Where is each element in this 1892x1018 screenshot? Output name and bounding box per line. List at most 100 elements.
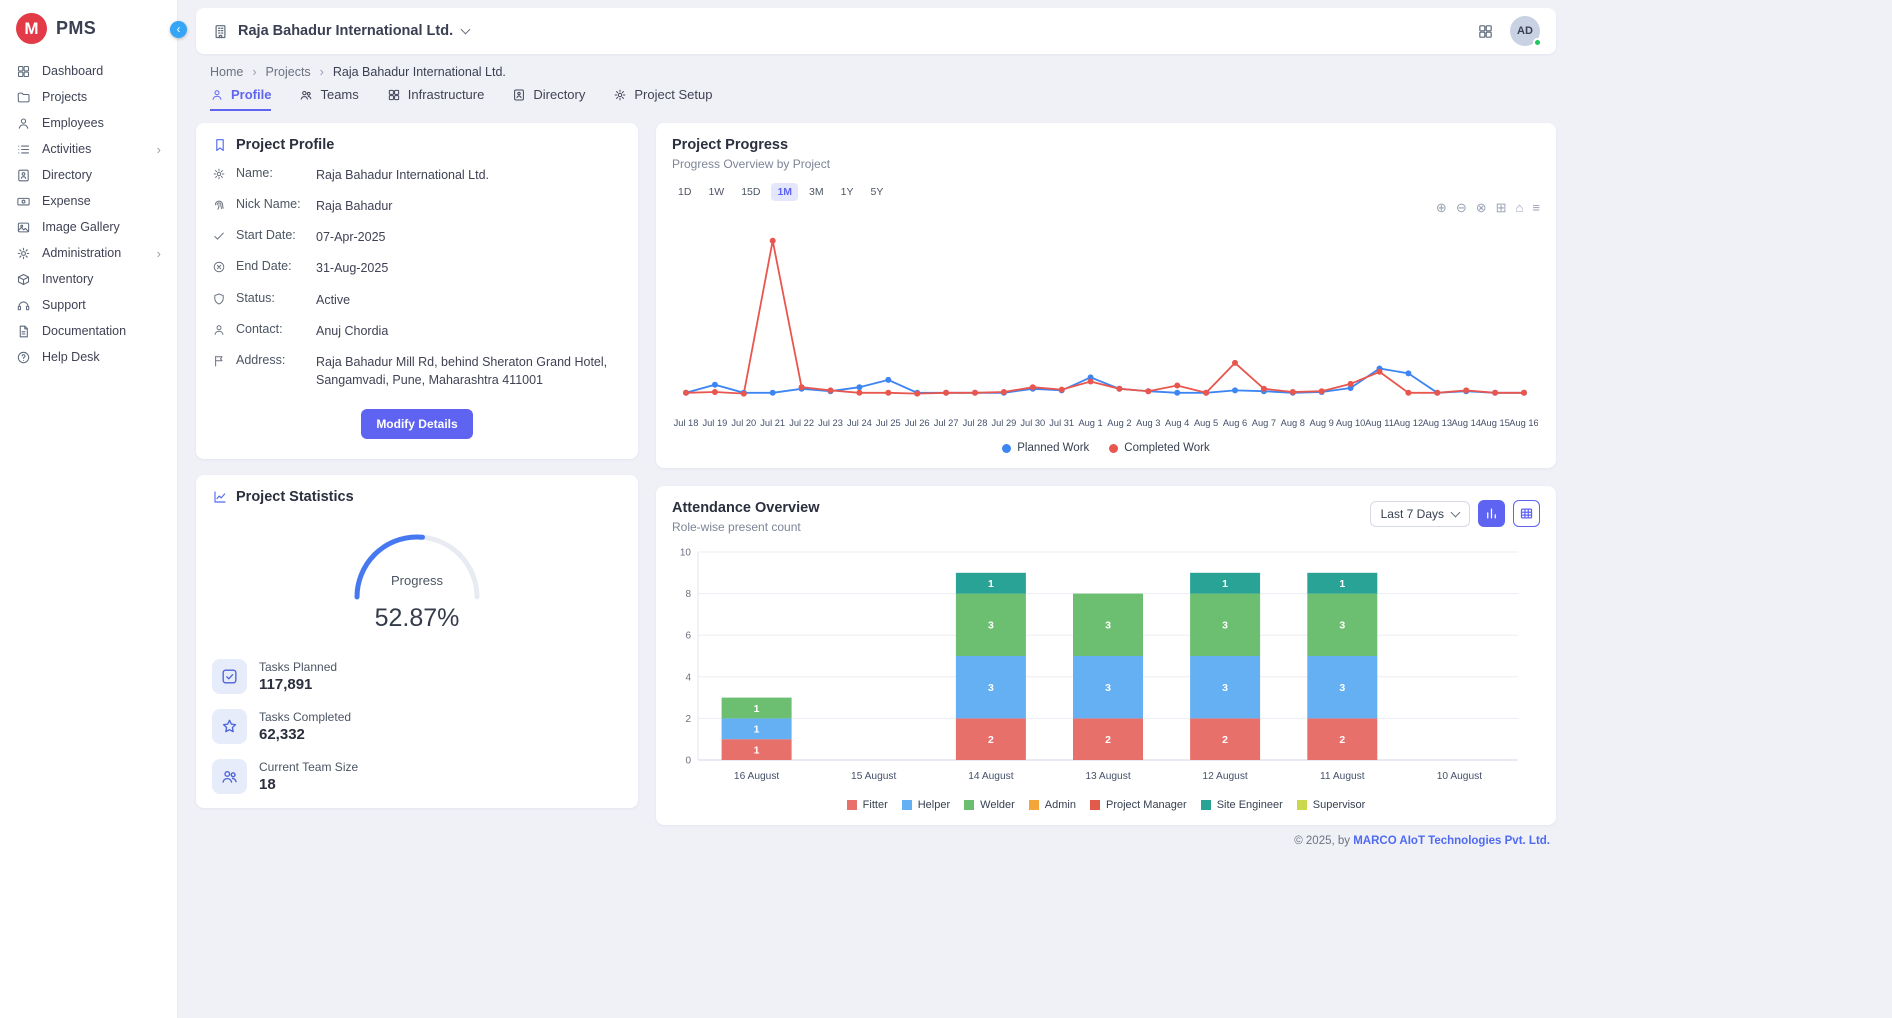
sidebar-item-administration[interactable]: Administration› (0, 240, 177, 266)
tab-teams[interactable]: Teams (299, 87, 358, 111)
sidebar-item-label: Help Desk (42, 350, 100, 364)
app-logo: M PMS (0, 0, 177, 54)
chevron-down-icon (461, 25, 471, 35)
bar-chart-icon (1484, 506, 1499, 521)
legend-label: Planned Work (1017, 442, 1089, 454)
zoom-out-icon[interactable]: ⊖ (1456, 201, 1467, 217)
breadcrumb-item[interactable]: Projects (266, 65, 311, 79)
legend-swatch (1002, 444, 1011, 453)
sidebar-item-documentation[interactable]: Documentation (0, 318, 177, 344)
legend-item[interactable]: Fitter (847, 799, 888, 811)
legend-item[interactable]: Helper (902, 799, 950, 811)
tab-label: Directory (533, 87, 585, 102)
menu-icon[interactable]: ≡ (1532, 201, 1540, 217)
svg-text:Aug 15: Aug 15 (1480, 418, 1509, 428)
svg-text:Jul 27: Jul 27 (934, 418, 959, 428)
project-progress-card: Project Progress Progress Overview by Pr… (656, 123, 1556, 468)
attendance-bar-chart[interactable]: 024681011116 August15 August233114 Augus… (672, 544, 1540, 793)
reset-axes-icon[interactable]: ⌂ (1516, 201, 1524, 217)
sidebar-item-support[interactable]: Support (0, 292, 177, 318)
legend-item[interactable]: Planned Work (1002, 442, 1089, 454)
svg-text:Aug 12: Aug 12 (1394, 418, 1423, 428)
headset-icon (16, 298, 31, 313)
table-icon (1519, 506, 1534, 521)
sidebar-collapse-button[interactable]: ‹ (170, 21, 187, 38)
svg-text:2: 2 (685, 714, 691, 725)
svg-text:Aug 11: Aug 11 (1365, 418, 1394, 428)
modify-details-button[interactable]: Modify Details (361, 409, 472, 439)
grid4-icon (387, 88, 401, 102)
tab-directory[interactable]: Directory (512, 87, 585, 111)
sidebar-item-image-gallery[interactable]: Image Gallery (0, 214, 177, 240)
tab-profile[interactable]: Profile (210, 87, 271, 111)
sidebar-item-inventory[interactable]: Inventory (0, 266, 177, 292)
users-icon (220, 767, 239, 786)
chart-view-button[interactable] (1478, 500, 1505, 527)
chart-toolbar: ⊕ ⊖ ⊗ ⊞ ⌂ ≡ (672, 201, 1540, 217)
card-title: Project Profile (236, 137, 334, 153)
table-view-button[interactable] (1513, 500, 1540, 527)
sidebar-item-employees[interactable]: Employees (0, 110, 177, 136)
svg-text:3: 3 (1105, 682, 1111, 694)
legend-item[interactable]: Site Engineer (1201, 799, 1283, 811)
folder-icon (16, 90, 31, 105)
autoscale-icon[interactable]: ⊗ (1476, 201, 1487, 217)
stat-label: Current Team Size (259, 760, 358, 774)
svg-text:1: 1 (988, 578, 994, 590)
legend-item[interactable]: Welder (964, 799, 1015, 811)
field-label: Status: (236, 291, 306, 305)
legend-item[interactable]: Completed Work (1109, 442, 1209, 454)
range-button-1m[interactable]: 1M (771, 183, 798, 201)
field-value: 07-Apr-2025 (316, 228, 386, 246)
range-button-1w[interactable]: 1W (702, 183, 730, 201)
svg-text:3: 3 (1339, 682, 1345, 694)
sidebar-item-projects[interactable]: Projects (0, 84, 177, 110)
stat-tasks-completed: Tasks Completed62,332 (212, 709, 622, 744)
date-range-select[interactable]: Last 7 Days (1370, 501, 1470, 527)
svg-text:3: 3 (1105, 620, 1111, 632)
range-button-5y[interactable]: 5Y (864, 183, 889, 201)
sidebar-item-expense[interactable]: Expense (0, 188, 177, 214)
sidebar-item-activities[interactable]: Activities› (0, 136, 177, 162)
svg-text:1: 1 (754, 703, 760, 715)
range-button-15d[interactable]: 15D (735, 183, 766, 201)
svg-text:12 August: 12 August (1202, 771, 1247, 782)
sidebar-item-directory[interactable]: Directory (0, 162, 177, 188)
svg-text:Jul 23: Jul 23 (818, 418, 843, 428)
zoom-in-icon[interactable]: ⊕ (1436, 201, 1447, 217)
tab-infrastructure[interactable]: Infrastructure (387, 87, 485, 111)
pan-icon[interactable]: ⊞ (1496, 201, 1507, 217)
sidebar-item-help-desk[interactable]: Help Desk (0, 344, 177, 370)
range-button-1y[interactable]: 1Y (835, 183, 860, 201)
svg-text:3: 3 (1222, 682, 1228, 694)
apps-grid-icon[interactable] (1477, 23, 1494, 40)
chevron-down-icon (1451, 507, 1461, 517)
svg-text:Jul 20: Jul 20 (731, 418, 756, 428)
user-avatar[interactable]: AD (1510, 16, 1540, 46)
field-value: 31-Aug-2025 (316, 259, 388, 277)
person-icon (210, 88, 224, 102)
company-link[interactable]: MARCO AIoT Technologies Pvt. Ltd. (1353, 835, 1550, 847)
legend-item[interactable]: Admin (1029, 799, 1076, 811)
range-button-1d[interactable]: 1D (672, 183, 697, 201)
stat-value: 18 (259, 776, 358, 793)
sidebar-item-dashboard[interactable]: Dashboard (0, 58, 177, 84)
svg-text:Aug 16: Aug 16 (1509, 418, 1538, 428)
legend-item[interactable]: Project Manager (1090, 799, 1187, 811)
chevron-right-icon: › (157, 143, 161, 156)
company-selector[interactable]: Raja Bahadur International Ltd. (212, 23, 469, 40)
breadcrumb-item[interactable]: Home (210, 65, 243, 79)
range-button-3m[interactable]: 3M (803, 183, 830, 201)
progress-line-chart[interactable]: Jul 18Jul 19Jul 20Jul 21Jul 22Jul 23Jul … (672, 217, 1540, 438)
star-icon (212, 709, 247, 744)
svg-text:Aug 4: Aug 4 (1165, 418, 1189, 428)
sidebar-item-label: Inventory (42, 272, 93, 286)
legend-label: Helper (918, 799, 950, 811)
profile-field-end-date: End Date:31-Aug-2025 (212, 259, 622, 277)
legend-item[interactable]: Supervisor (1297, 799, 1366, 811)
field-label: Contact: (236, 322, 306, 336)
svg-text:Jul 26: Jul 26 (905, 418, 930, 428)
tab-project-setup[interactable]: Project Setup (613, 87, 712, 111)
profile-fields: Name:Raja Bahadur International Ltd.Nick… (212, 166, 622, 389)
building-icon (212, 23, 229, 40)
